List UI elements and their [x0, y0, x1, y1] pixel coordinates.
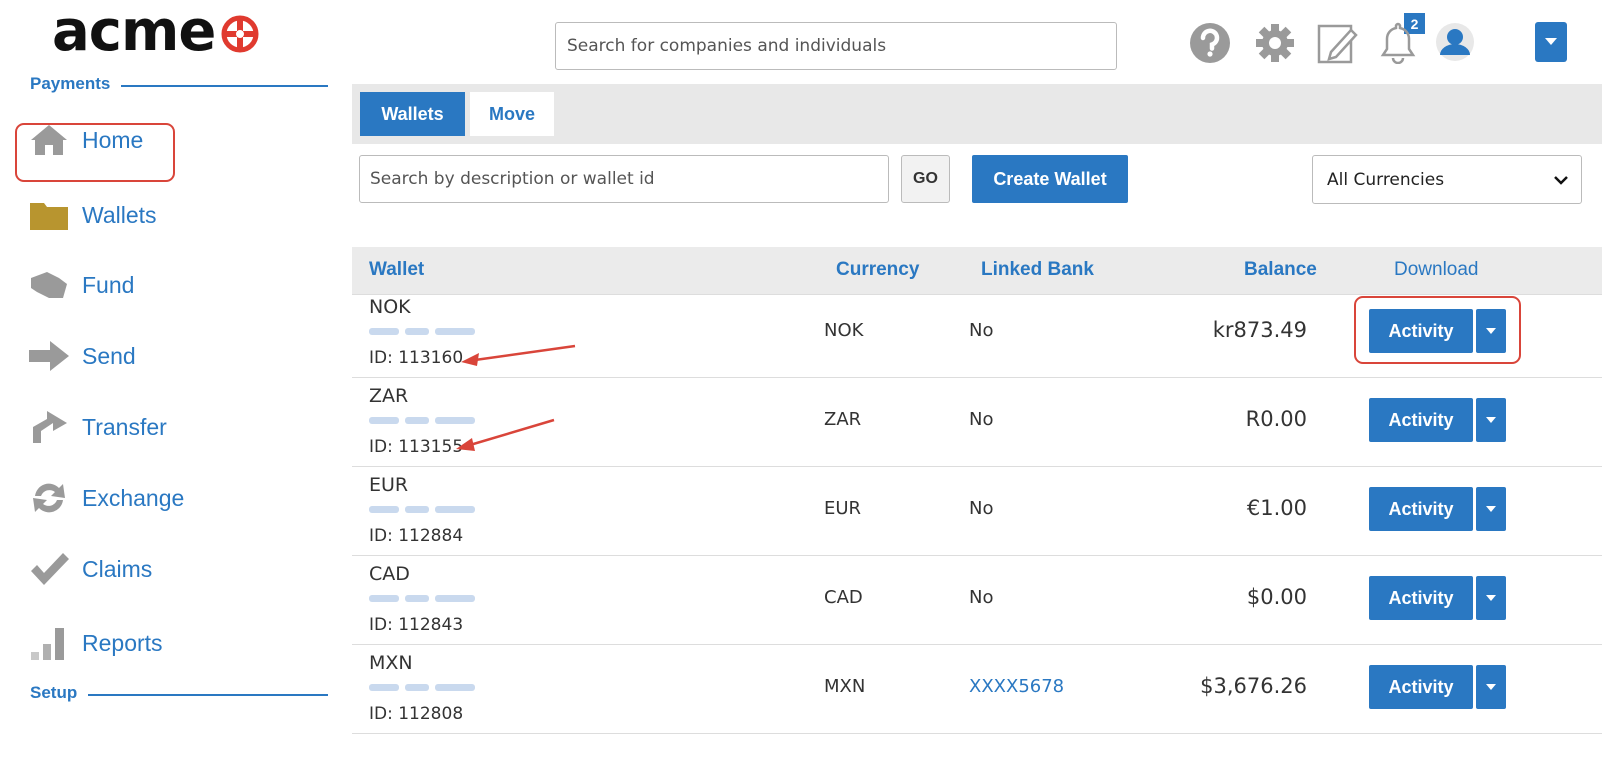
- section-divider: [88, 694, 328, 696]
- wallet-name: CAD: [369, 563, 410, 585]
- column-header-currency[interactable]: Currency: [836, 259, 919, 281]
- blurred-description: [369, 328, 475, 335]
- caret-down-icon: [1486, 683, 1496, 690]
- currency-cell: EUR: [824, 498, 862, 519]
- table-row: EUR ID: 112884 EUR No €1.00 Activity: [352, 464, 1602, 556]
- caret-down-icon: [1545, 38, 1557, 45]
- sidebar-item-exchange[interactable]: Exchange: [28, 473, 184, 523]
- exchange-icon: [28, 478, 70, 518]
- activity-button[interactable]: Activity: [1369, 398, 1473, 442]
- column-header-wallet[interactable]: Wallet: [369, 259, 424, 281]
- folder-icon: [28, 195, 70, 235]
- balance-cell: R0.00: [1245, 407, 1307, 431]
- global-search-input[interactable]: [555, 22, 1117, 70]
- sidebar-item-fund[interactable]: Fund: [28, 260, 134, 310]
- wallet-id: ID: 113160: [369, 348, 464, 368]
- wallet-name: EUR: [369, 474, 409, 496]
- tab-bar: Wallets Move: [352, 84, 1602, 144]
- sidebar-item-label: Exchange: [82, 484, 185, 511]
- create-wallet-button[interactable]: Create Wallet: [972, 155, 1128, 203]
- blurred-description: [369, 506, 475, 513]
- currency-cell: MXN: [824, 676, 866, 697]
- go-button[interactable]: GO: [901, 155, 950, 203]
- notes-icon[interactable]: [1317, 20, 1361, 64]
- table-row: CAD ID: 112843 CAD No $0.00 Activity: [352, 553, 1602, 645]
- wallet-id: ID: 112808: [369, 704, 464, 724]
- avatar[interactable]: [1435, 22, 1475, 62]
- tab-move[interactable]: Move: [470, 92, 554, 136]
- wallet-id: ID: 112884: [369, 526, 464, 546]
- activity-dropdown-button[interactable]: [1476, 398, 1506, 442]
- sidebar-item-label: Transfer: [82, 413, 167, 440]
- transfer-icon: [28, 407, 70, 447]
- annotation-arrow: [461, 344, 576, 366]
- linked-bank-cell: No: [969, 320, 994, 341]
- fund-icon: [28, 265, 70, 305]
- wallet-name: NOK: [369, 296, 411, 318]
- section-title-payments: Payments: [30, 74, 111, 93]
- currency-cell: CAD: [824, 587, 863, 608]
- activity-button[interactable]: Activity: [1369, 487, 1473, 531]
- blurred-description: [369, 684, 475, 691]
- arrow-right-icon: [28, 336, 70, 376]
- sidebar-item-claims[interactable]: Claims: [28, 544, 152, 594]
- wallet-search-input[interactable]: [359, 155, 889, 203]
- wallets-highlight-box: [15, 123, 175, 182]
- section-divider: [121, 85, 328, 87]
- annotation-arrow: [456, 418, 555, 451]
- activity-dropdown-button[interactable]: [1476, 487, 1506, 531]
- activity-dropdown-button[interactable]: [1476, 665, 1506, 709]
- sidebar-item-send[interactable]: Send: [28, 331, 136, 381]
- balance-cell: €1.00: [1246, 496, 1307, 520]
- currency-cell: ZAR: [824, 409, 862, 430]
- wallet-name: MXN: [369, 652, 413, 674]
- column-header-download: Download: [1394, 259, 1479, 280]
- wallet-name: ZAR: [369, 385, 409, 407]
- blurred-description: [369, 595, 475, 602]
- activity-button[interactable]: Activity: [1369, 576, 1473, 620]
- sidebar-item-transfer[interactable]: Transfer: [28, 402, 167, 452]
- currency-select-value: All Currencies: [1327, 169, 1445, 190]
- sidebar-item-label: Claims: [82, 555, 153, 582]
- caret-down-icon: [1486, 594, 1496, 601]
- linked-bank-cell: No: [969, 409, 994, 430]
- activity-highlight-box: [1354, 296, 1521, 364]
- balance-cell: kr873.49: [1212, 318, 1307, 342]
- activity-button[interactable]: Activity: [1369, 665, 1473, 709]
- chevron-down-icon: [1554, 176, 1568, 185]
- acme-logo[interactable]: acme: [52, 2, 259, 62]
- table-row: MXN ID: 112808 MXN XXXX5678 $3,676.26 Ac…: [352, 642, 1602, 734]
- gear-icon[interactable]: [1254, 22, 1296, 64]
- linked-bank-link[interactable]: XXXX5678: [969, 676, 1064, 697]
- sidebar-item-label: Wallets: [82, 201, 157, 228]
- currency-select[interactable]: All Currencies: [1312, 155, 1582, 204]
- column-header-linked-bank[interactable]: Linked Bank: [981, 259, 1094, 281]
- linked-bank-cell: No: [969, 498, 994, 519]
- section-title-setup: Setup: [30, 683, 78, 702]
- activity-dropdown-button[interactable]: [1476, 576, 1506, 620]
- bell-icon[interactable]: [1380, 20, 1416, 64]
- wallet-id: ID: 112843: [369, 615, 464, 635]
- sidebar-item-label: Fund: [82, 271, 135, 298]
- sidebar-item-reports[interactable]: Reports: [28, 618, 163, 668]
- logo-text: acme: [52, 0, 216, 64]
- balance-cell: $3,676.26: [1200, 674, 1307, 698]
- linked-bank-cell: No: [969, 587, 994, 608]
- currency-cell: NOK: [824, 320, 864, 341]
- column-header-balance[interactable]: Balance: [1244, 259, 1317, 281]
- help-icon[interactable]: [1189, 22, 1231, 64]
- caret-down-icon: [1486, 416, 1496, 423]
- sidebar-item-label: Reports: [82, 629, 163, 656]
- balance-cell: $0.00: [1246, 585, 1307, 609]
- checkmark-icon: [28, 549, 70, 589]
- sidebar-item-label: Send: [82, 342, 136, 369]
- sidebar-item-wallets[interactable]: Wallets: [28, 190, 157, 240]
- bar-chart-icon: [28, 623, 70, 663]
- caret-down-icon: [1486, 505, 1496, 512]
- tab-wallets[interactable]: Wallets: [360, 92, 465, 136]
- user-menu-button[interactable]: [1535, 22, 1567, 62]
- logo-target-icon: [221, 15, 259, 53]
